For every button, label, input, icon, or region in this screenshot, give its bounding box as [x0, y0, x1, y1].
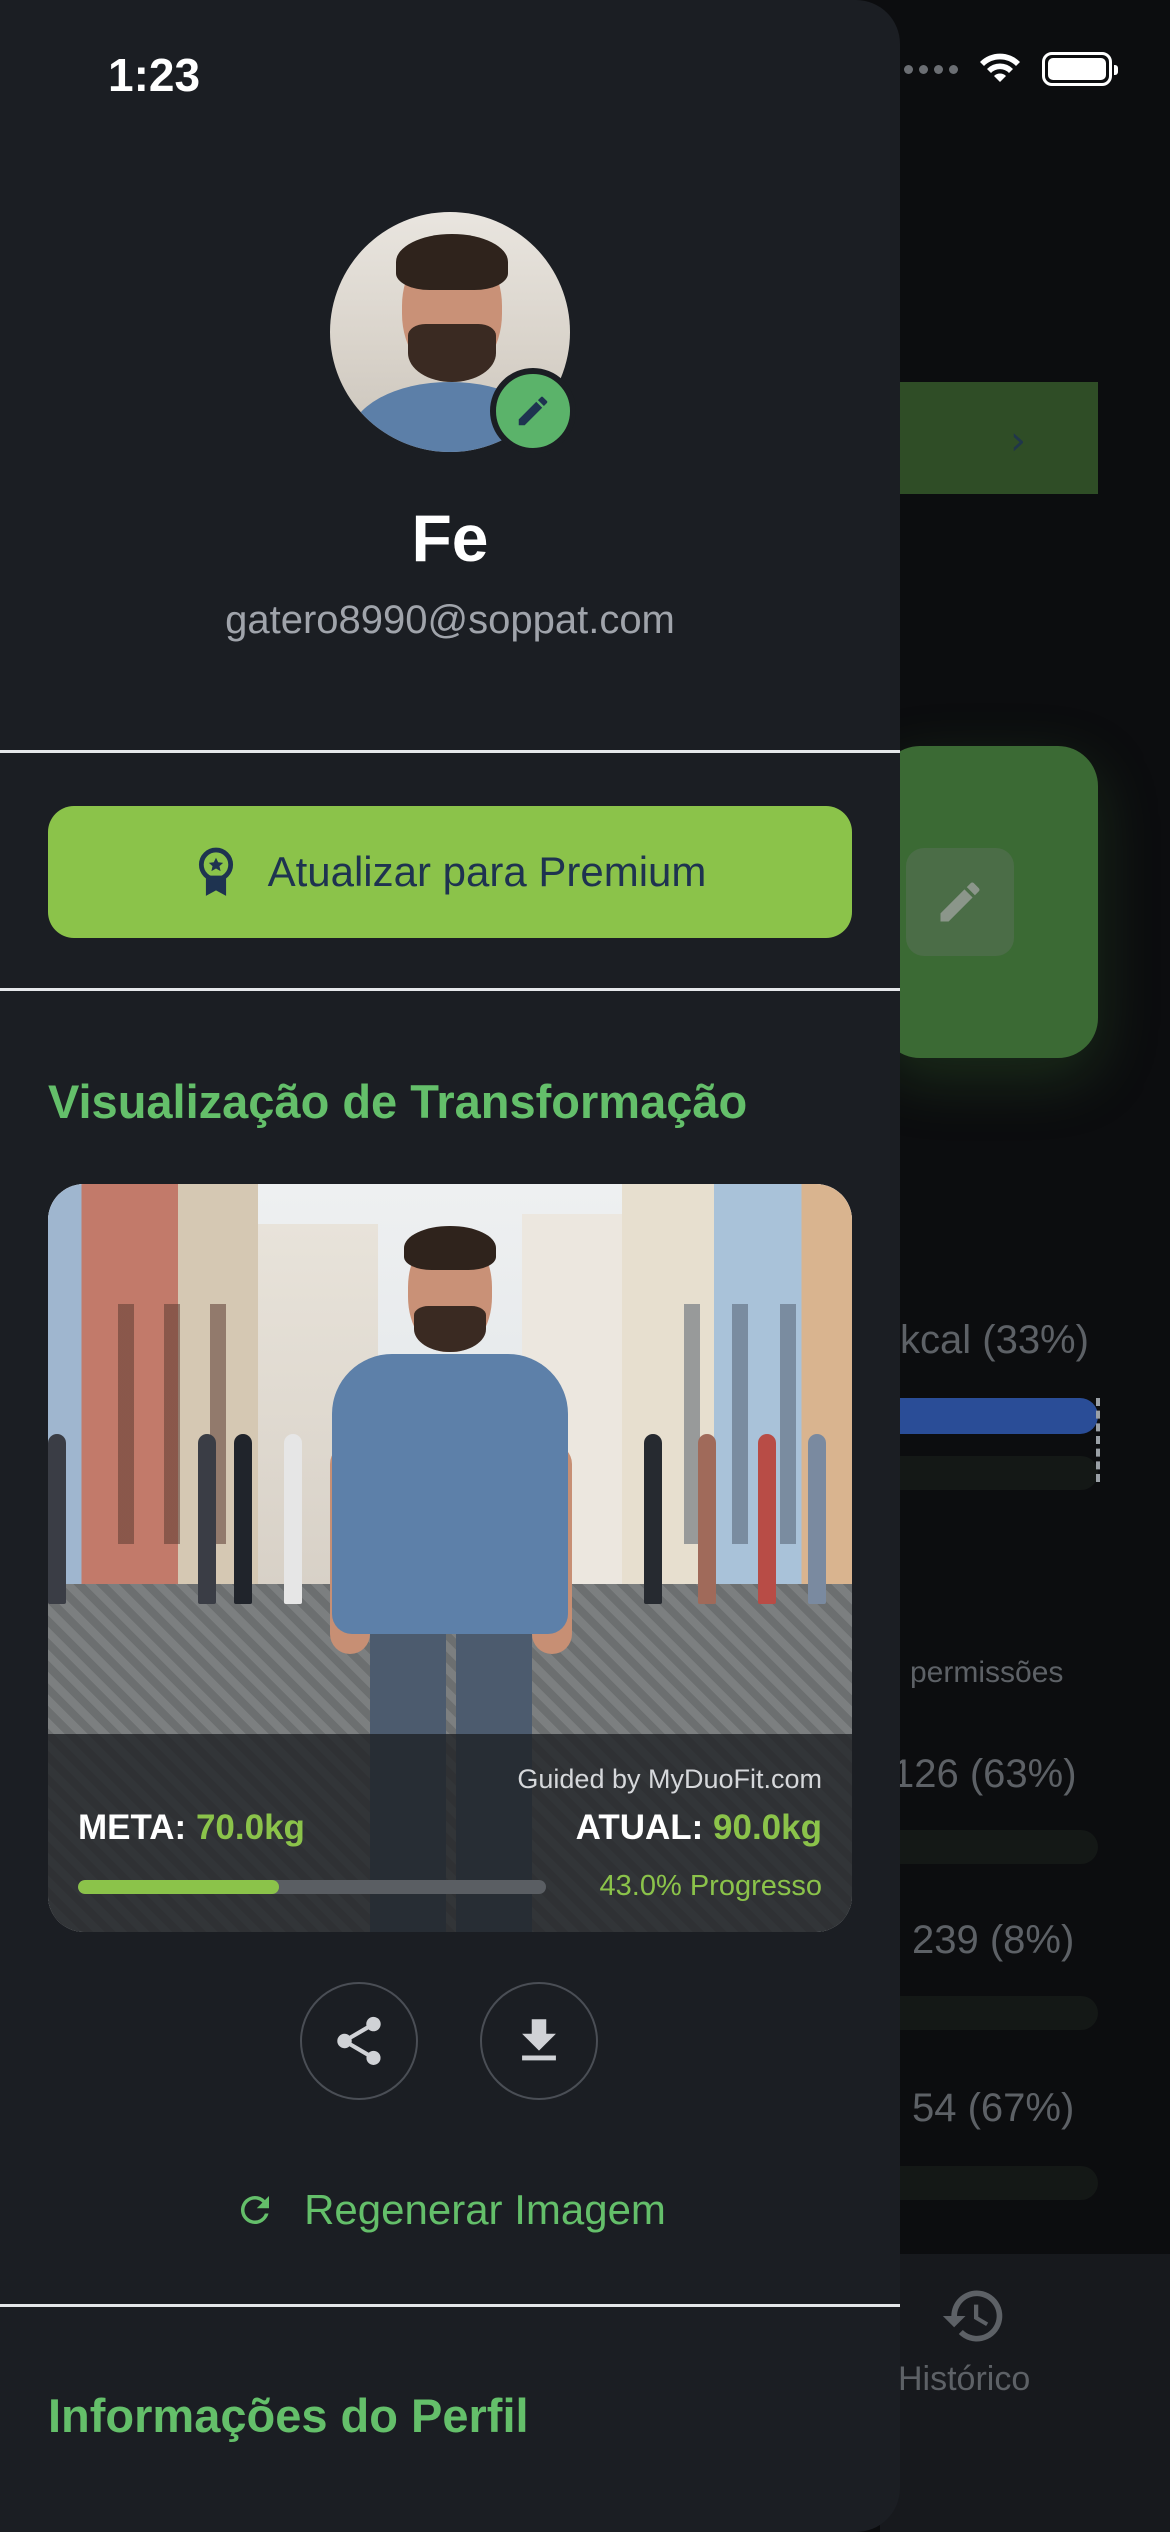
upgrade-premium-button[interactable]: Atualizar para Premium — [48, 806, 852, 938]
share-icon — [337, 2016, 381, 2065]
regenerate-image-label: Regenerar Imagem — [304, 2186, 666, 2233]
background-banner — [900, 382, 1098, 494]
nav-history-label: Histórico — [898, 2360, 1031, 2398]
goal-value: 70.0kg — [195, 1808, 305, 1847]
progress-bar — [78, 1880, 546, 1894]
goal-weight: META: 70.0kg — [78, 1808, 305, 1848]
cellular-signal-icon — [904, 64, 958, 74]
transformation-section-title: Visualização de Transformação — [48, 1075, 748, 1128]
history-icon — [942, 2290, 1003, 2342]
share-button[interactable] — [300, 1982, 418, 2100]
refresh-icon — [241, 2196, 270, 2224]
background-edit-button — [906, 848, 1014, 956]
wifi-icon — [980, 53, 1020, 82]
progress-bar-fill — [78, 1880, 280, 1894]
background-stat-2-track — [880, 1996, 1098, 2030]
background-permissions-text: permissões — [910, 1656, 1064, 1689]
chevron-right-icon: › — [1010, 418, 1026, 464]
current-weight: ATUAL: 90.0kg — [576, 1808, 822, 1848]
divider — [0, 2304, 900, 2307]
edit-avatar-button[interactable] — [490, 368, 576, 454]
current-value: 90.0kg — [713, 1808, 822, 1847]
download-icon — [522, 2019, 556, 2061]
current-label: ATUAL: — [575, 1808, 704, 1847]
profile-drawer: 1:23 Fe gatero8990@soppat.com Atualizar … — [0, 0, 900, 2532]
status-time: 1:23 — [108, 49, 201, 101]
background-stat-2: 239 (8%) — [912, 1918, 1075, 1962]
background-kcal-text: kcal (33%) — [900, 1318, 1089, 1362]
background-stat-1: 126 (63%) — [892, 1752, 1077, 1796]
upgrade-premium-label: Atualizar para Premium — [267, 848, 707, 895]
download-button[interactable] — [480, 1982, 598, 2100]
transformation-image: Guided by MyDuoFit.com META: 70.0kg ATUA… — [48, 1184, 852, 1932]
user-email: gatero8990@soppat.com — [225, 598, 675, 642]
background-stat-3-track — [880, 2166, 1098, 2200]
goal-label: META: — [78, 1808, 187, 1847]
battery-icon — [1042, 52, 1118, 86]
profile-info-section-title: Informações do Perfil — [48, 2389, 529, 2442]
background-stat-1-track — [880, 1830, 1098, 1864]
regenerate-image-button[interactable]: Regenerar Imagem — [0, 2186, 900, 2234]
pencil-icon — [940, 882, 980, 922]
avatar-container[interactable] — [330, 212, 576, 454]
status-indicators — [904, 52, 1118, 86]
background-stat-3: 54 (67%) — [912, 2086, 1075, 2130]
watermark-text: Guided by MyDuoFit.com — [517, 1764, 822, 1794]
background-progress-bar — [880, 1398, 1098, 1434]
progress-label: 43.0% Progresso — [599, 1870, 822, 1902]
background-progress-track — [880, 1456, 1098, 1490]
background-goal-marker — [1096, 1398, 1100, 1482]
award-badge-icon — [198, 847, 233, 896]
divider — [0, 750, 900, 753]
divider — [0, 988, 900, 991]
pencil-icon — [518, 396, 548, 426]
user-name: Fe — [411, 501, 489, 575]
